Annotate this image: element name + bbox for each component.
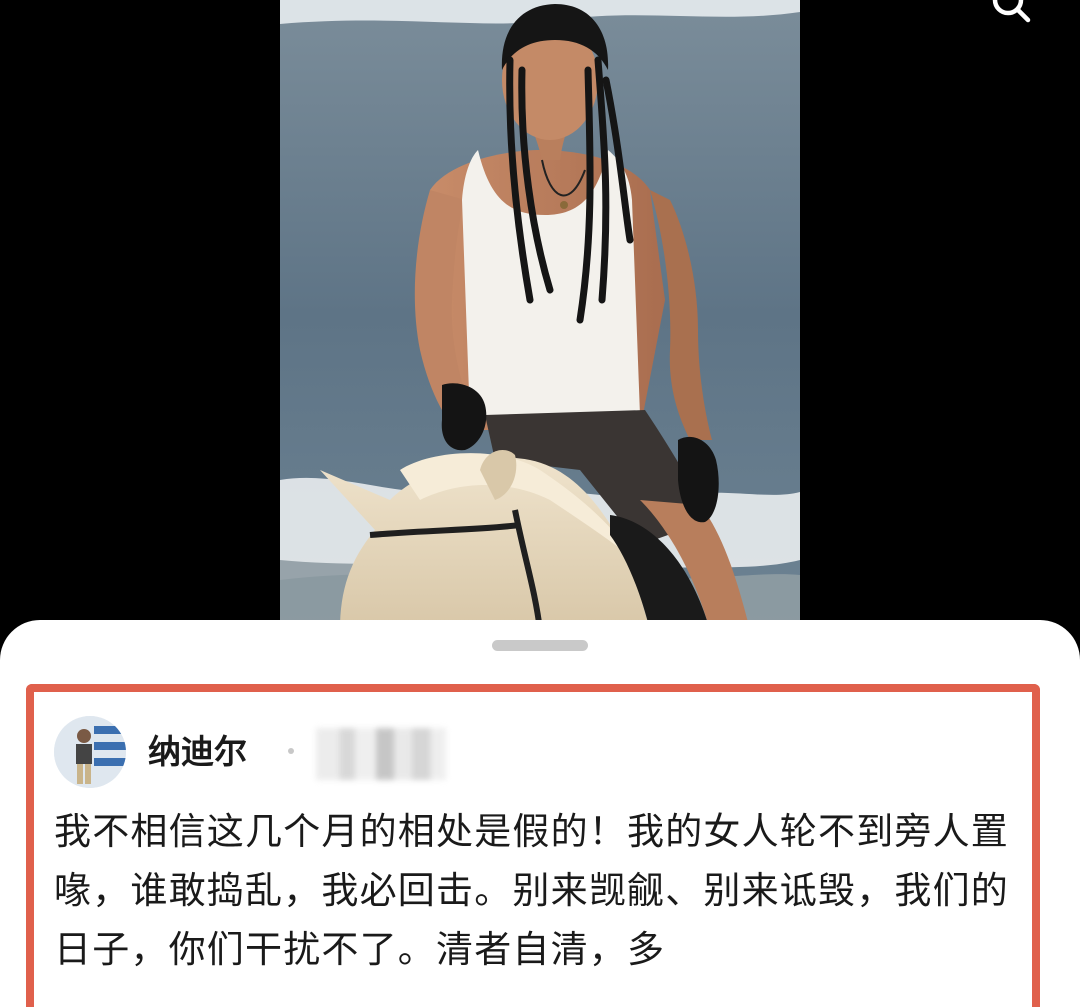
comment-text: 我不相信这几个月的相处是假的！我的女人轮不到旁人置喙，谁敢捣乱，我必回击。别来觊…	[54, 810, 1009, 971]
avatar[interactable]	[54, 716, 126, 788]
drag-handle[interactable]	[492, 640, 588, 651]
comment-sheet: 纳迪尔 我不相信这几个月的相处是假的！我的女人轮不到旁人置喙，谁敢捣乱，我必回击…	[0, 620, 1080, 1007]
app-screen: 纳迪尔 我不相信这几个月的相处是假的！我的女人轮不到旁人置喙，谁敢捣乱，我必回击…	[0, 0, 1080, 1007]
photo-illustration	[280, 0, 800, 630]
highlighted-comment: 纳迪尔 我不相信这几个月的相处是假的！我的女人轮不到旁人置喙，谁敢捣乱，我必回击…	[26, 684, 1040, 1007]
separator-dot	[288, 748, 294, 754]
comment-username[interactable]: 纳迪尔	[148, 732, 247, 772]
post-photo[interactable]	[280, 0, 800, 630]
search-icon[interactable]	[992, 0, 1032, 26]
blurred-metadata	[316, 728, 446, 780]
avatar-image	[54, 716, 126, 788]
